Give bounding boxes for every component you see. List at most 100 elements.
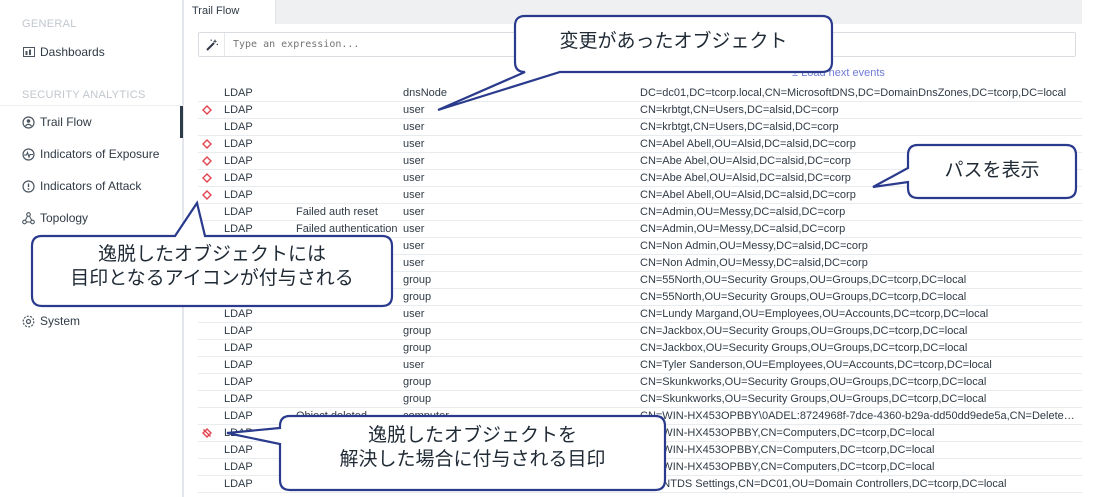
object-class-cell: user — [403, 257, 425, 269]
protocol-cell: LDAP — [224, 410, 253, 422]
protocol-cell: LDAP — [224, 461, 253, 473]
object-dn-cell: CN=55North,OU=Security Groups,OU=Groups,… — [640, 274, 967, 286]
sidebar-item-trail-flow[interactable]: Trail Flow — [22, 112, 92, 132]
sidebar-item-label: Indicators of Attack — [40, 179, 142, 193]
protocol-cell: LDAP — [224, 427, 253, 439]
object-dn-cell: CN=Non Admin,OU=Messy,DC=alsid,DC=corp — [640, 257, 868, 269]
object-dn-cell: CN=Abel Abell,OU=Alsid,DC=alsid,DC=corp — [640, 138, 856, 150]
tab-bar: Trail Flow — [186, 0, 1082, 24]
sidebar-item-label: Trail Flow — [40, 115, 92, 129]
callout-resolved-line1: 逸脱したオブジェクトを — [367, 424, 577, 446]
empty-icon-slot — [201, 206, 213, 218]
deviance-diamond-icon — [201, 104, 213, 116]
empty-icon-slot — [201, 478, 213, 490]
sidebar-item-label: Indicators of Exposure — [40, 147, 160, 161]
sidebar-item-indicators-of-attack[interactable]: Indicators of Attack — [22, 176, 141, 196]
deviance-diamond-icon — [201, 189, 213, 201]
sidebar-item-dashboards[interactable]: Dashboards — [22, 42, 105, 62]
table-row[interactable]: LDAP Failed authentication user CN=Admin,OU… — [198, 221, 1082, 238]
table-row[interactable]: LDAP Object deleted computer CN=WIN-HX453OP… — [198, 408, 1082, 425]
object-class-cell: user — [403, 172, 425, 184]
result-cell: Failed authentication — [296, 223, 398, 235]
table-row[interactable]: LDAP group CN=55North,OU=Security Groups,O… — [198, 289, 1082, 306]
object-dn-cell: CN=Skunkworks,OU=Security Groups,OU=Grou… — [640, 393, 987, 405]
divider — [0, 105, 184, 106]
object-dn-cell: CN=WIN-HX453OPBBY,CN=Computers,DC=tcorp,… — [640, 461, 935, 473]
empty-icon-slot — [201, 223, 213, 235]
trail-flow-icon — [22, 115, 35, 129]
table-row[interactable]: LDAP user CN=Abel Abell,OU=Alsid,DC=alsid,… — [198, 136, 1082, 153]
protocol-cell: LDAP — [224, 376, 253, 388]
protocol-cell: LDAP — [224, 444, 253, 456]
object-class-cell: group — [403, 325, 432, 337]
table-row[interactable]: LDAP user CN=Abel Abell,OU=Alsid,DC=alsid,… — [198, 187, 1082, 204]
callout-deviance-text: 逸脱したオブジェクトには 目印となるアイコンが付与される — [32, 243, 392, 291]
object-class-cell: user — [403, 155, 425, 167]
topology-icon — [22, 211, 35, 225]
table-row[interactable]: LDAP Failed auth reset user CN=Admin,OU=Mes… — [198, 204, 1082, 221]
protocol-cell: LDAP — [224, 478, 253, 490]
object-dn-cell: CN=55North,OU=Security Groups,OU=Groups,… — [640, 291, 967, 303]
table-row[interactable]: LDAP user CN=Lundy Margand,OU=Employees,OU… — [198, 306, 1082, 323]
object-dn-cell: CN=NTDS Settings,CN=DC01,OU=Domain Contr… — [640, 478, 1007, 490]
table-row[interactable]: LDAP group CN=Skunkworks,OU=Security Group… — [198, 391, 1082, 408]
table-row[interactable]: LDAP user CN=krbtgt,CN=Users,DC=alsid,DC=c… — [198, 102, 1082, 119]
object-dn-cell: CN=krbtgt,CN=Users,DC=alsid,DC=corp — [640, 121, 839, 133]
object-dn-cell: DC=dc01,DC=tcorp.local,CN=MicrosoftDNS,D… — [640, 87, 1067, 99]
deviance-diamond-icon — [201, 172, 213, 184]
protocol-cell: LDAP — [224, 308, 253, 320]
object-class-cell: user — [403, 308, 425, 320]
table-row[interactable]: LDAP CN=NTDS Settings,CN=DC01,OU=Domain C… — [198, 476, 1082, 493]
empty-icon-slot — [201, 444, 213, 456]
object-dn-cell: CN=Lundy Margand,OU=Employees,OU=Account… — [640, 308, 989, 320]
protocol-cell: LDAP — [224, 359, 253, 371]
empty-icon-slot — [201, 291, 213, 303]
callout-deviance-line2: 目印となるアイコンが付与される — [70, 266, 354, 289]
dashboard-icon — [22, 46, 35, 59]
object-dn-cell: CN=Tyler Sanderson,OU=Employees,OU=Accou… — [640, 359, 992, 371]
empty-icon-slot — [201, 461, 213, 473]
gear-icon — [22, 315, 35, 328]
callout-path-text: パスを表示 — [944, 159, 1040, 181]
resolved-diamond-icon — [201, 427, 213, 439]
object-class-cell: computer — [403, 410, 449, 422]
object-dn-cell: CN=Abel Abell,OU=Alsid,DC=alsid,DC=corp — [640, 189, 856, 201]
protocol-cell: LDAP — [224, 291, 253, 303]
empty-icon-slot — [201, 308, 213, 320]
empty-icon-slot — [201, 359, 213, 371]
empty-icon-slot — [201, 376, 213, 388]
tab-trail-flow[interactable]: Trail Flow — [186, 0, 276, 24]
table-row[interactable]: LDAP user CN=krbtgt,CN=Users,DC=alsid,DC=c… — [198, 119, 1082, 136]
empty-icon-slot — [201, 410, 213, 422]
table-row[interactable]: LDAP dnsNode DC=dc01,DC=tcorp.local,CN=Mic… — [198, 85, 1082, 102]
section-label-security-analytics: SECURITY ANALYTICS — [22, 89, 146, 101]
object-class-cell: user — [403, 206, 425, 218]
object-class-cell: user — [403, 138, 425, 150]
protocol-cell: LDAP — [224, 104, 253, 116]
object-dn-cell: CN=WIN-HX453OPBBY\0ADEL:8724968f-7dce-43… — [640, 410, 1080, 422]
object-class-cell: user — [403, 223, 425, 235]
load-next-events-link[interactable]: ± Load next events — [792, 67, 885, 79]
table-row[interactable]: LDAP group CN=Skunkworks,OU=Security Group… — [198, 374, 1082, 391]
table-row[interactable]: LDAP group CN=Jackbox,OU=Security Groups,O… — [198, 323, 1082, 340]
sidebar-item-topology[interactable]: Topology — [22, 208, 88, 228]
table-row[interactable]: LDAP user CN=Tyler Sanderson,OU=Employees,… — [198, 357, 1082, 374]
protocol-cell: LDAP — [224, 155, 253, 167]
sidebar-item-label: Topology — [40, 211, 89, 225]
deviance-diamond-icon — [201, 155, 213, 167]
object-class-cell: group — [403, 376, 432, 388]
deviance-diamond-icon — [201, 138, 213, 150]
sidebar-item-system[interactable]: System — [22, 311, 80, 331]
protocol-cell: LDAP — [224, 138, 253, 150]
pulse-icon — [22, 147, 35, 161]
magic-wand-icon[interactable] — [199, 33, 225, 56]
protocol-cell: LDAP — [224, 206, 253, 218]
protocol-cell: LDAP — [224, 342, 253, 354]
protocol-cell: LDAP — [224, 325, 253, 337]
sidebar-item-label: Dashboards — [40, 45, 105, 59]
result-cell: Object deleted — [296, 410, 367, 422]
section-label-general: GENERAL — [22, 18, 77, 30]
table-row[interactable]: LDAP group CN=Jackbox,OU=Security Groups,O… — [198, 340, 1082, 357]
protocol-cell: LDAP — [224, 393, 253, 405]
sidebar-item-indicators-of-exposure[interactable]: Indicators of Exposure — [22, 144, 159, 164]
